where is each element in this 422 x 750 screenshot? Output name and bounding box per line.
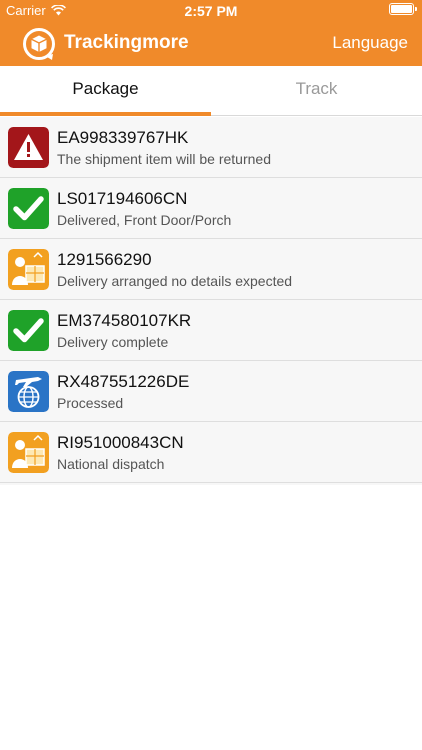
package-status: National dispatch — [57, 456, 165, 472]
delivered-check-icon — [8, 188, 49, 229]
delivered-check-icon — [8, 310, 49, 351]
tracking-number: EM374580107KR — [57, 311, 192, 330]
package-row[interactable]: EA998339767HK The shipment item will be … — [0, 117, 422, 178]
courier-package-icon — [8, 432, 49, 473]
package-status: Delivery arranged no details expected — [57, 273, 293, 289]
air-transit-icon — [8, 371, 49, 412]
package-row[interactable]: LS017194606CN Delivered, Front Door/Porc… — [0, 178, 422, 239]
package-row[interactable]: 1291566290 Delivery arranged no details … — [0, 239, 422, 300]
app-header: Carrier 2:57 PM Trackingmore Language — [0, 0, 422, 66]
tracking-number: 1291566290 — [57, 250, 152, 269]
package-row[interactable]: RI951000843CN National dispatch — [0, 422, 422, 483]
active-tab-indicator — [0, 112, 211, 116]
tab-track[interactable]: Track — [211, 66, 422, 116]
trackingmore-logo-icon — [23, 28, 55, 60]
app-title: Trackingmore — [64, 32, 189, 53]
status-time: 2:57 PM — [184, 3, 238, 19]
package-status: The shipment item will be returned — [57, 151, 271, 167]
package-status: Delivery complete — [57, 334, 169, 350]
tab-bar: Package Track — [0, 66, 422, 116]
courier-package-icon — [8, 249, 49, 290]
package-row[interactable]: RX487551226DE Processed — [0, 361, 422, 422]
package-status: Delivered, Front Door/Porch — [57, 212, 232, 228]
tracking-number: RX487551226DE — [57, 372, 190, 391]
tracking-number: EA998339767HK — [57, 128, 189, 147]
package-list: EA998339767HK The shipment item will be … — [0, 117, 422, 485]
package-status: Processed — [57, 395, 124, 411]
tab-package[interactable]: Package — [0, 66, 211, 116]
warning-icon — [8, 127, 49, 168]
language-button[interactable]: Language — [332, 33, 408, 53]
battery-icon — [389, 3, 417, 15]
tracking-number: LS017194606CN — [57, 189, 188, 208]
nav-bar: Trackingmore Language — [0, 22, 422, 66]
tracking-number: RI951000843CN — [57, 433, 184, 452]
package-row[interactable]: EM374580107KR Delivery complete — [0, 300, 422, 361]
status-bar: Carrier 2:57 PM — [0, 0, 422, 22]
